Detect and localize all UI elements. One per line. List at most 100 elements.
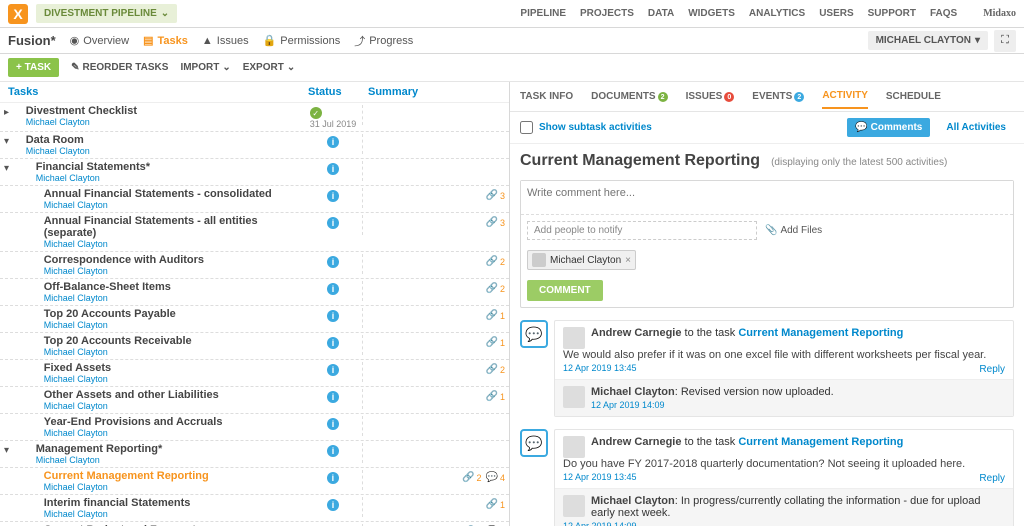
all-activities-button[interactable]: All Activities — [938, 118, 1014, 137]
task-owner[interactable]: Michael Clayton — [44, 320, 304, 330]
col-tasks[interactable]: Tasks — [8, 86, 308, 98]
task-row[interactable]: Interim financial StatementsMichael Clay… — [0, 495, 509, 522]
task-row[interactable]: Off-Balance-Sheet ItemsMichael Claytoni🔗… — [0, 279, 509, 306]
reply-author[interactable]: Michael Clayton — [591, 495, 675, 507]
task-title: Year-End Provisions and Accruals — [44, 416, 304, 428]
reply-link[interactable]: Reply — [979, 364, 1005, 375]
task-row[interactable]: Annual Financial Statements - all entiti… — [0, 213, 509, 252]
task-row[interactable]: Annual Financial Statements - consolidat… — [0, 186, 509, 213]
collapse-icon[interactable]: ▾ — [4, 161, 16, 174]
add-files-button[interactable]: 📎Add Files — [765, 225, 822, 236]
tab-permissions[interactable]: 🔒Permissions — [263, 34, 341, 47]
comment-icon: 💬 — [486, 472, 498, 483]
collapse-icon[interactable]: ▾ — [4, 134, 16, 147]
person-chip[interactable]: Michael Clayton× — [527, 250, 636, 270]
nav-users[interactable]: USERS — [819, 8, 853, 19]
task-owner[interactable]: Michael Clayton — [44, 374, 304, 384]
comments-filter-button[interactable]: 💬 Comments — [847, 118, 930, 137]
tab-issues[interactable]: ISSUES0 — [686, 85, 735, 109]
chevron-down-icon: ⌄ — [222, 62, 230, 73]
task-owner[interactable]: Michael Clayton — [44, 239, 304, 249]
tab-events[interactable]: EVENTS2 — [752, 85, 804, 109]
attachment-icon: 🔗 — [486, 337, 498, 348]
task-owner[interactable]: Michael Clayton — [44, 401, 304, 411]
task-row[interactable]: ▾Management Reporting*Michael Claytoni — [0, 441, 509, 468]
add-task-button[interactable]: + TASK — [8, 58, 59, 77]
task-row[interactable]: ▸ Divestment ChecklistMichael Clayton ✓3… — [0, 103, 509, 132]
eye-icon: ◉ — [70, 34, 80, 47]
reorder-tasks-button[interactable]: ✎REORDER TASKS — [71, 62, 168, 73]
task-owner[interactable]: Michael Clayton — [44, 509, 304, 519]
nav-support[interactable]: SUPPORT — [868, 8, 916, 19]
export-menu[interactable]: EXPORT⌄ — [243, 62, 296, 73]
pipeline-selector[interactable]: DIVESTMENT PIPELINE⌄ — [36, 4, 177, 23]
task-title: Management Reporting* — [36, 443, 304, 455]
post-date: 12 Apr 2019 13:45 — [563, 472, 1005, 482]
post-author[interactable]: Andrew Carnegie — [591, 327, 681, 339]
avatar — [532, 253, 546, 267]
col-summary[interactable]: Summary — [368, 86, 501, 98]
task-owner[interactable]: Michael Clayton — [26, 146, 304, 156]
lock-icon: 🔒 — [263, 34, 277, 47]
app-logo[interactable]: X — [8, 4, 28, 24]
tab-documents[interactable]: DOCUMENTS2 — [591, 85, 667, 109]
tab-schedule[interactable]: SCHEDULE — [886, 85, 941, 108]
tab-issues[interactable]: ▲Issues — [202, 35, 249, 47]
collapse-icon[interactable]: ▾ — [4, 443, 16, 456]
task-row[interactable]: Other Assets and other LiabilitiesMichae… — [0, 387, 509, 414]
task-owner[interactable]: Michael Clayton — [44, 200, 304, 210]
post-task-link[interactable]: Current Management Reporting — [738, 436, 903, 448]
reply-author[interactable]: Michael Clayton — [591, 386, 675, 398]
task-title: Divestment Checklist — [26, 105, 304, 117]
submit-comment-button[interactable]: COMMENT — [527, 280, 603, 301]
tab-tasks[interactable]: ▤Tasks — [143, 34, 188, 47]
task-row[interactable]: Correspondence with AuditorsMichael Clay… — [0, 252, 509, 279]
nav-pipeline[interactable]: PIPELINE — [520, 8, 566, 19]
tab-overview[interactable]: ◉Overview — [70, 34, 129, 47]
nav-analytics[interactable]: ANALYTICS — [749, 8, 805, 19]
status-info-icon: i — [327, 310, 339, 322]
tab-activity[interactable]: ACTIVITY — [822, 84, 868, 109]
task-owner[interactable]: Michael Clayton — [36, 173, 304, 183]
task-row-selected[interactable]: Current Management ReportingMichael Clay… — [0, 468, 509, 495]
task-row[interactable]: Current Budget and ForecastMichael Clayt… — [0, 522, 509, 526]
task-owner[interactable]: Michael Clayton — [44, 428, 304, 438]
user-menu[interactable]: MICHAEL CLAYTON▾ — [868, 31, 988, 50]
remove-chip-icon[interactable]: × — [625, 255, 631, 266]
task-row[interactable]: Fixed AssetsMichael Claytoni🔗2 — [0, 360, 509, 387]
task-owner[interactable]: Michael Clayton — [44, 266, 304, 276]
notify-people-input[interactable]: Add people to notify — [527, 221, 757, 240]
show-subtask-checkbox[interactable] — [520, 121, 533, 134]
post-author[interactable]: Andrew Carnegie — [591, 436, 681, 448]
col-status[interactable]: Status — [308, 86, 368, 98]
activity-header: Current Management Reporting (displaying… — [520, 152, 1014, 170]
task-row[interactable]: Year-End Provisions and AccrualsMichael … — [0, 414, 509, 441]
post-task-link[interactable]: Current Management Reporting — [738, 327, 903, 339]
tab-progress[interactable]: ⤴Progress — [354, 33, 413, 49]
show-subtask-label[interactable]: Show subtask activities — [539, 122, 652, 133]
task-owner[interactable]: Michael Clayton — [44, 293, 304, 303]
task-row[interactable]: ▾ Data RoomMichael Clayton i — [0, 132, 509, 159]
nav-faqs[interactable]: FAQS — [930, 8, 957, 19]
nav-projects[interactable]: PROJECTS — [580, 8, 634, 19]
task-row[interactable]: Top 20 Accounts PayableMichael Claytoni🔗… — [0, 306, 509, 333]
task-owner[interactable]: Michael Clayton — [44, 482, 304, 492]
paperclip-icon: 📎 — [765, 225, 777, 236]
comment-input[interactable] — [521, 181, 1013, 211]
activity-post: Andrew Carnegie to the task Current Mana… — [555, 321, 1013, 379]
task-owner[interactable]: Michael Clayton — [36, 455, 304, 465]
nav-widgets[interactable]: WIDGETS — [688, 8, 735, 19]
attachment-icon: 🔗 — [486, 256, 498, 267]
expand-icon[interactable]: ▸ — [4, 105, 16, 118]
task-row[interactable]: Top 20 Accounts ReceivableMichael Clayto… — [0, 333, 509, 360]
tab-task-info[interactable]: TASK INFO — [520, 85, 573, 108]
task-toolbar: + TASK ✎REORDER TASKS IMPORT⌄ EXPORT⌄ — [0, 54, 1024, 82]
task-row[interactable]: ▾ Financial Statements*Michael Clayton i — [0, 159, 509, 186]
task-owner[interactable]: Michael Clayton — [26, 117, 304, 127]
reply-link[interactable]: Reply — [979, 473, 1005, 484]
project-title: Fusion* — [8, 33, 56, 48]
import-menu[interactable]: IMPORT⌄ — [180, 62, 230, 73]
fullscreen-button[interactable]: ⛶ — [994, 30, 1016, 52]
nav-data[interactable]: DATA — [648, 8, 674, 19]
task-owner[interactable]: Michael Clayton — [44, 347, 304, 357]
